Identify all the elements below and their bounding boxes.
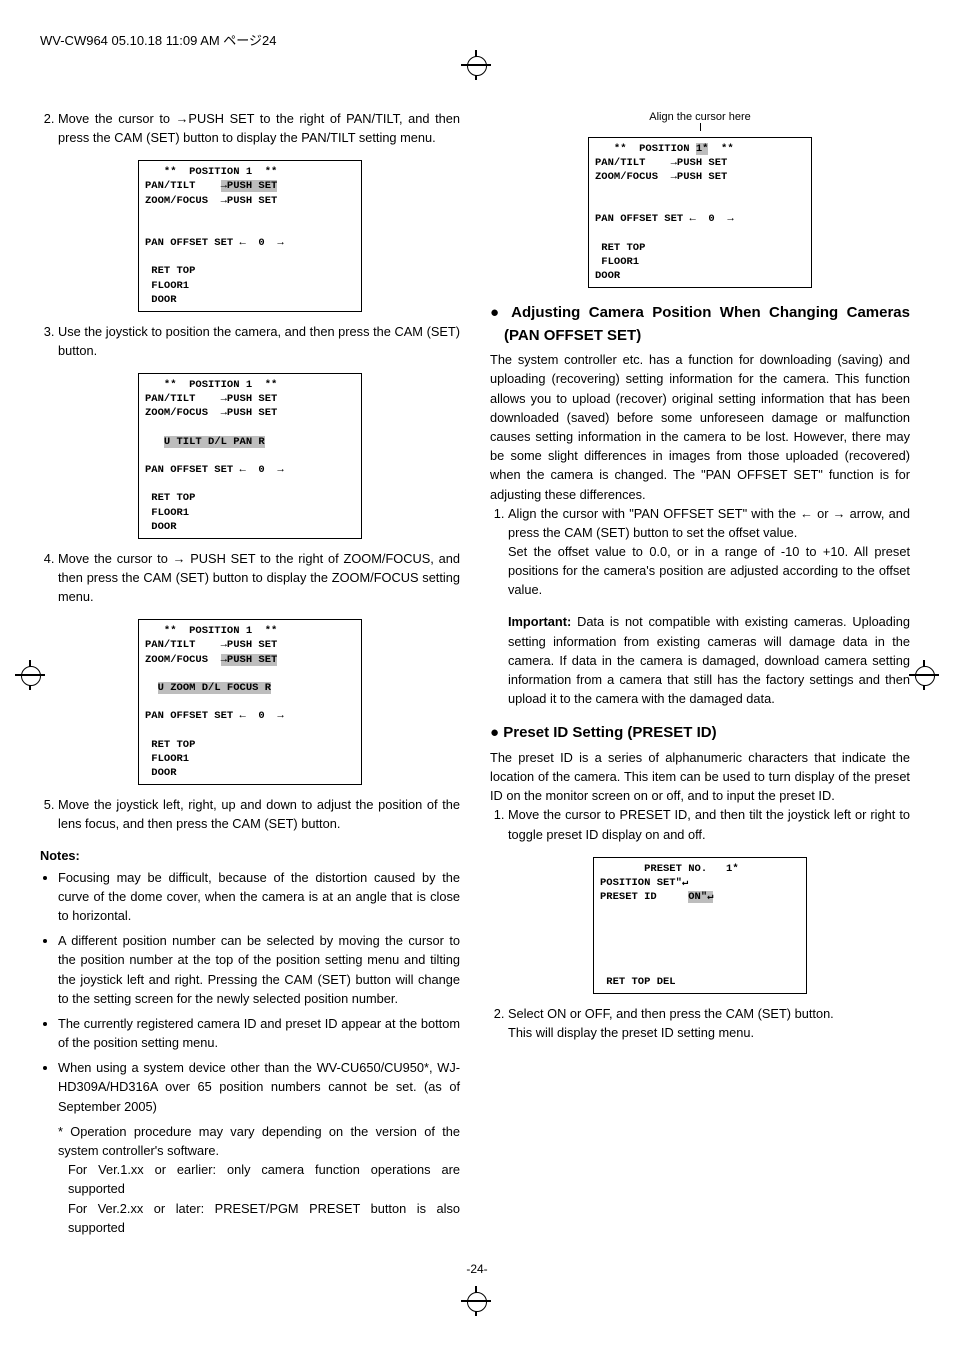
important-label: Important: bbox=[508, 614, 571, 629]
step-4: Move the cursor to → PUSH SET to the rig… bbox=[58, 549, 460, 607]
preset-step-2: Select ON or OFF, and then press the CAM… bbox=[508, 1004, 910, 1042]
preset-step-2a: Select ON or OFF, and then press the CAM… bbox=[508, 1006, 834, 1021]
left-column: Move the cursor to →PUSH SET to the righ… bbox=[40, 109, 460, 1237]
page-number: -24- bbox=[40, 1262, 914, 1276]
crop-mark-left bbox=[15, 660, 45, 690]
step-5: Move the joystick left, right, up and do… bbox=[58, 795, 460, 833]
important-note: Important: Data is not compatible with e… bbox=[508, 612, 910, 708]
notes-heading: Notes: bbox=[40, 846, 460, 865]
menu-box-1: ** POSITION 1 ** PAN/TILT →PUSH SET ZOOM… bbox=[138, 160, 362, 312]
menu-box-b: PRESET NO. 1* POSITION SET"↵ PRESET ID O… bbox=[593, 857, 807, 995]
preset-step-2b: This will display the preset ID setting … bbox=[508, 1025, 754, 1040]
menu-box-3: ** POSITION 1 ** PAN/TILT →PUSH SET ZOOM… bbox=[138, 619, 362, 785]
heading-pan-offset: ● Adjusting Camera Position When Changin… bbox=[490, 302, 910, 347]
preset-step-1: Move the cursor to PRESET ID, and then t… bbox=[508, 805, 910, 843]
note-1: Focusing may be difficult, because of th… bbox=[58, 868, 460, 926]
crop-mark-right bbox=[909, 660, 939, 690]
menu-box-a: ** POSITION 1* ** PAN/TILT →PUSH SET ZOO… bbox=[588, 137, 812, 289]
note-star-2: For Ver.1.xx or earlier: only camera fun… bbox=[68, 1160, 460, 1198]
note-3: The currently registered camera ID and p… bbox=[58, 1014, 460, 1052]
paragraph-preset-id: The preset ID is a series of alphanumeri… bbox=[490, 748, 910, 806]
notes-list: Focusing may be difficult, because of th… bbox=[40, 868, 460, 1116]
offset-step-1a: Align the cursor with "PAN OFFSET SET" w… bbox=[508, 506, 910, 540]
note-star-1: * Operation procedure may vary depending… bbox=[58, 1122, 460, 1160]
step-2: Move the cursor to →PUSH SET to the righ… bbox=[58, 109, 460, 147]
note-4: When using a system device other than th… bbox=[58, 1058, 460, 1116]
note-star-3: For Ver.2.xx or later: PRESET/PGM PRESET… bbox=[68, 1199, 460, 1237]
heading-preset-id: ● Preset ID Setting (PRESET ID) bbox=[490, 722, 910, 745]
crop-mark-bottom bbox=[461, 1286, 491, 1316]
paragraph-pan-offset: The system controller etc. has a functio… bbox=[490, 350, 910, 504]
align-cursor-label: Align the cursor here bbox=[490, 109, 910, 126]
menu-box-2: ** POSITION 1 ** PAN/TILT →PUSH SET ZOOM… bbox=[138, 373, 362, 539]
offset-step-1: Align the cursor with "PAN OFFSET SET" w… bbox=[508, 504, 910, 600]
crop-mark-top bbox=[461, 50, 491, 80]
offset-step-1b: Set the offset value to 0.0, or in a ran… bbox=[508, 544, 910, 597]
step-3: Use the joystick to position the camera,… bbox=[58, 322, 460, 360]
right-column: Align the cursor here ** POSITION 1* ** … bbox=[490, 109, 910, 1237]
running-header: WV-CW964 05.10.18 11:09 AM ページ24 bbox=[40, 30, 914, 49]
note-2: A different position number can be selec… bbox=[58, 931, 460, 1008]
